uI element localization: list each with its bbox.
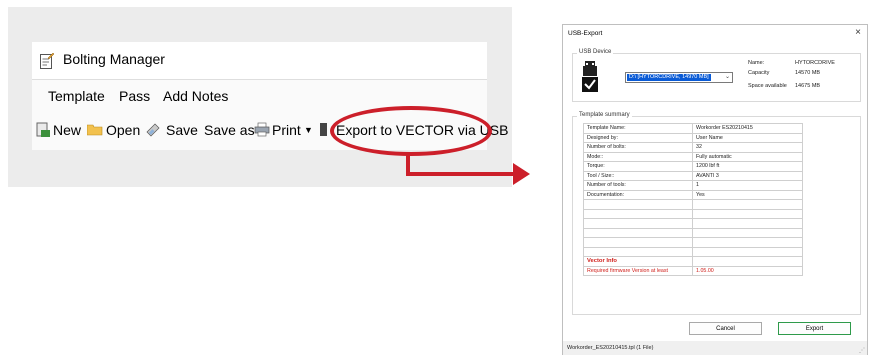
row-value: AVANTI 3 [692,170,803,181]
callout-arrow-shaft [406,172,516,176]
device-space-value: 14675 MB [795,83,821,89]
printer-icon [254,122,270,137]
row-label: Torque: [582,161,694,172]
resize-grip-icon[interactable]: ⋰ [859,347,865,354]
table-row: Designed by: User Name [582,132,803,143]
table-row [582,227,803,238]
save-as-button[interactable]: Save as [204,122,255,138]
open-folder-icon [87,124,103,136]
device-capacity-label: Capacity [748,70,770,76]
table-row: Number of bolts: 32 [582,142,803,153]
usb-device-select[interactable]: D:\ [HYTORCDRIVE, 14970 MB] ⌄ [625,72,733,83]
row-value [692,208,803,219]
row-value: 1200 lbf ft [692,161,803,172]
row-label: Designed by: [582,132,694,143]
row-label: Number of bolts: [582,142,694,153]
table-row: Number of tools: 1 [582,180,803,191]
vector-info-heading: Vector Info [582,256,694,267]
usb-export-icon [320,123,327,136]
menu-pass[interactable]: Pass [119,88,150,104]
table-row: Torque: 1200 lbf ft [582,161,803,172]
table-row [582,218,803,229]
device-name-label: Name: [748,60,765,66]
close-icon[interactable]: × [855,27,861,38]
row-value: Yes [692,189,803,200]
row-label: Mode:: [582,151,694,162]
usb-drive-icon [582,61,598,92]
menu-add-notes[interactable]: Add Notes [163,88,228,104]
device-capacity-value: 14570 MB [795,70,821,76]
chevron-down-icon[interactable]: ⌄ [725,73,730,80]
row-value [692,199,803,210]
title-bar: Bolting Manager [32,42,487,80]
vector-info-row: Vector Info [582,256,803,267]
row-label [582,237,694,248]
print-button[interactable]: Print [272,122,301,138]
table-row: Template Name: Workorder ES20210415 [582,123,803,134]
table-row [582,208,803,219]
status-text: Workorder_ES20210415.tpl (1 File) [567,345,654,351]
save-button[interactable]: Save [166,122,198,138]
cancel-button[interactable]: Cancel [689,322,762,335]
row-value: User Name [692,132,803,143]
row-label [582,246,694,257]
row-label: Template Name: [582,123,694,134]
row-label: Documentation: [582,189,694,200]
firmware-row: Required firmware Version at least 1.05.0… [582,265,803,276]
callout-ellipse [330,106,492,156]
row-value [692,218,803,229]
save-icon [146,123,160,137]
print-dropdown-arrow-icon[interactable]: ▼ [304,125,313,135]
status-bar: Workorder_ES20210415.tpl (1 File) ⋰ [563,341,867,355]
row-label [582,199,694,210]
new-button[interactable]: New [53,122,81,138]
table-row: Tool / Size:: AVANTI 3 [582,170,803,181]
open-button[interactable]: Open [106,122,140,138]
device-space-label: Space available [748,83,787,89]
summary-table: Template Name: Workorder ES20210415 Desig… [582,123,803,276]
dialog-title: USB-Export [568,30,603,37]
table-row: Mode:: Fully automatic [582,151,803,162]
row-label [582,227,694,238]
usb-device-group-label: USB Device [577,49,614,55]
menu-template[interactable]: Template [48,88,105,104]
device-name-value: HYTORCDRIVE [795,60,835,66]
app-icon [40,52,54,69]
app-title: Bolting Manager [63,51,165,67]
usb-device-selected-value: D:\ [HYTORCDRIVE, 14970 MB] [627,74,711,81]
export-button[interactable]: Export [778,322,851,335]
row-value [692,246,803,257]
row-value [692,227,803,238]
usb-export-dialog: USB-Export × USB Device D:\ [HYTORCDRIVE… [562,24,868,355]
row-label [582,208,694,219]
row-label: Number of tools: [582,180,694,191]
firmware-label: Required firmware Version at least [582,265,694,276]
template-summary-label: Template summary [577,112,632,118]
table-row [582,199,803,210]
callout-arrow-head-icon [513,163,530,185]
row-value: Workorder ES20210415 [692,123,803,134]
row-value: Fully automatic [692,151,803,162]
row-value [692,237,803,248]
table-row [582,246,803,257]
new-icon [36,122,50,137]
table-row: Documentation: Yes [582,189,803,200]
firmware-value: 1.05.00 [692,265,803,276]
table-row [582,237,803,248]
row-label [582,218,694,229]
row-value: 32 [692,142,803,153]
row-value: 1 [692,180,803,191]
row-label: Tool / Size:: [582,170,694,181]
